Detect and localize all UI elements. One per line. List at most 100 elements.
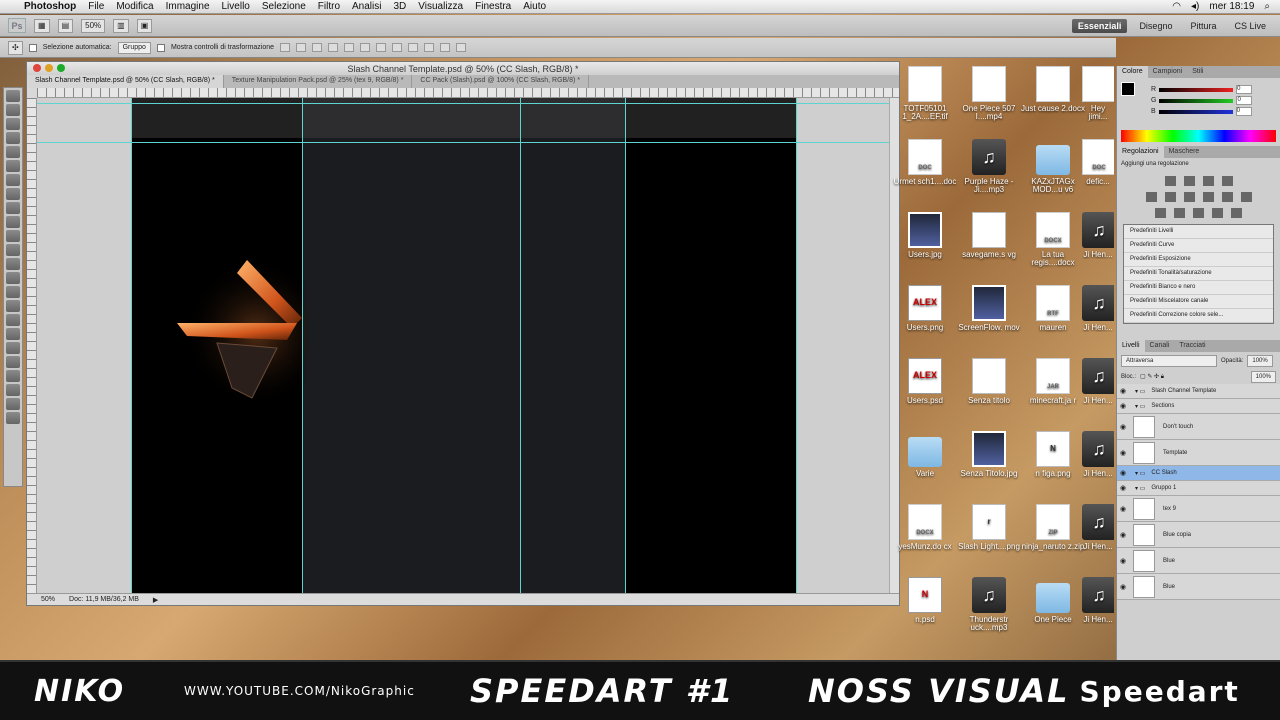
tool-icon[interactable] <box>6 342 20 354</box>
tool-icon[interactable] <box>6 328 20 340</box>
tool-icon[interactable] <box>6 146 20 158</box>
eye-icon[interactable]: ◉ <box>1117 423 1129 431</box>
layer-row[interactable]: ◉ Blue <box>1117 548 1280 574</box>
posterize-icon[interactable] <box>1174 208 1185 218</box>
layer-row[interactable]: ◉ Blue copia <box>1117 522 1280 548</box>
desktop-icon[interactable]: ♫ Ji Hen... <box>1082 577 1114 624</box>
opacity-field[interactable]: 100% <box>1247 355 1273 367</box>
color-spectrum[interactable] <box>1121 130 1276 142</box>
workspace-button[interactable]: Pittura <box>1184 19 1222 33</box>
color-slider[interactable]: G0 <box>1117 95 1280 106</box>
slider-track[interactable] <box>1159 87 1234 92</box>
hue-sat-icon[interactable] <box>1164 192 1176 202</box>
panel-tab[interactable]: Campioni <box>1148 66 1188 78</box>
desktop-icon[interactable]: Senza titolo <box>956 358 1022 405</box>
zoom-select[interactable]: 50% <box>81 18 106 33</box>
desktop-icon[interactable]: savegame.s vg <box>956 212 1022 259</box>
auto-select-dropdown[interactable]: Gruppo <box>117 41 151 54</box>
close-icon[interactable] <box>33 64 41 72</box>
slider-value[interactable]: 0 <box>1236 85 1253 94</box>
desktop-icon[interactable]: Nn figa.png <box>1020 431 1086 478</box>
menu-item[interactable]: Visualizza <box>418 1 463 12</box>
spotlight-icon[interactable]: ⌕ <box>1264 1 1270 12</box>
layer-row[interactable]: ◉ ▾ ▭ Gruppo 1 <box>1117 481 1280 496</box>
eye-icon[interactable]: ◉ <box>1117 387 1129 395</box>
desktop-icon[interactable]: One Piece 507 I....mp4 <box>956 66 1022 122</box>
panel-tab[interactable]: Tracciati <box>1174 340 1210 352</box>
layer-row[interactable]: ◉ Don't touch <box>1117 414 1280 440</box>
channel-mixer-icon[interactable] <box>1240 192 1252 202</box>
tool-icon[interactable] <box>6 356 20 368</box>
tool-icon[interactable] <box>6 314 20 326</box>
document-tab[interactable]: CC Pack (Slash).psd @ 100% (CC Slash, RG… <box>412 75 590 88</box>
tool-icon[interactable] <box>6 258 20 270</box>
desktop-icon[interactable]: ♫ Ji Hen... <box>1082 285 1114 332</box>
layer-row[interactable]: ◉ ▾ ▭ Slash Channel Template <box>1117 384 1280 399</box>
eye-icon[interactable]: ◉ <box>1117 583 1129 591</box>
panel-tab[interactable]: Regolazioni <box>1117 146 1164 158</box>
tool-icon[interactable] <box>6 370 20 382</box>
color-balance-icon[interactable] <box>1183 192 1195 202</box>
desktop-icon[interactable]: ScreenFlow. mov <box>956 285 1022 332</box>
panel-tab[interactable]: Livelli <box>1117 340 1145 352</box>
eye-icon[interactable]: ◉ <box>1117 449 1129 457</box>
panel-tab[interactable]: Maschere <box>1164 146 1205 158</box>
tool-icon[interactable] <box>6 160 20 172</box>
desktop-icon[interactable]: JAR minecraft.ja r <box>1020 358 1086 405</box>
bridge-button[interactable]: ▦ <box>34 18 50 33</box>
desktop-icon[interactable]: DOC defic... <box>1082 139 1114 186</box>
layer-row[interactable]: ◉ Blue <box>1117 574 1280 600</box>
preset-item[interactable]: Predefiniti Tonalità/saturazione <box>1124 267 1273 281</box>
tool-icon[interactable] <box>6 272 20 284</box>
blend-mode-select[interactable]: Attraversa <box>1121 355 1217 367</box>
slider-value[interactable]: 0 <box>1235 107 1252 116</box>
brightness-icon[interactable] <box>1164 176 1176 186</box>
slider-track[interactable] <box>1158 109 1233 114</box>
desktop-icon[interactable]: One Piece <box>1020 577 1086 624</box>
volume-icon[interactable]: ◂) <box>1191 1 1199 12</box>
status-zoom[interactable]: 50% <box>41 596 55 603</box>
screen-mode-button[interactable]: ▣ <box>136 18 153 33</box>
desktop-icon[interactable]: ♫ Purple Haze - Ji....mp3 <box>956 139 1022 195</box>
align-right-icon[interactable] <box>360 43 371 52</box>
desktop-icon[interactable]: Just cause 2.docx <box>1020 66 1086 113</box>
desktop-icon[interactable]: DOCX yesMunz.do cx <box>892 504 958 551</box>
gradient-map-icon[interactable] <box>1212 208 1223 218</box>
desktop-icon[interactable]: ♫ Ji Hen... <box>1082 358 1114 405</box>
desktop-icon[interactable]: ♫ Ji Hen... <box>1082 212 1114 259</box>
guide-line[interactable] <box>625 98 626 594</box>
align-top-icon[interactable] <box>280 43 291 52</box>
menu-item[interactable]: Selezione <box>262 1 306 12</box>
menu-item[interactable]: Filtro <box>318 1 340 12</box>
desktop-icon[interactable]: ALEX Users.psd <box>892 358 958 405</box>
workspace-button[interactable]: Essenziali <box>1071 18 1128 33</box>
lock-icon[interactable]: ▢ ✎ ✣ 🔒︎ <box>1140 373 1164 381</box>
guide-line[interactable] <box>302 98 303 594</box>
canvas[interactable] <box>37 98 889 594</box>
invert-icon[interactable] <box>1155 208 1166 218</box>
panel-tab[interactable]: Stili <box>1187 66 1208 78</box>
cs-live-button[interactable]: CS Live <box>1228 19 1272 33</box>
desktop-icon[interactable]: DOCX La tua regis....docx <box>1020 212 1086 268</box>
tool-icon[interactable] <box>6 174 20 186</box>
exposure-icon[interactable] <box>1221 176 1233 186</box>
tool-icon[interactable] <box>6 384 20 396</box>
guide-line[interactable] <box>131 98 132 594</box>
color-slider[interactable]: R0 <box>1117 84 1280 95</box>
guide-line[interactable] <box>37 103 889 104</box>
preset-item[interactable]: Predefiniti Livelli <box>1124 225 1273 239</box>
tool-icon[interactable] <box>6 244 20 256</box>
desktop-icon[interactable]: Users.jpg <box>892 212 958 259</box>
layer-row[interactable]: ◉ ▾ ▭ Sections <box>1117 399 1280 414</box>
menu-item[interactable]: Analisi <box>352 1 381 12</box>
menu-item[interactable]: Finestra <box>475 1 511 12</box>
eye-icon[interactable]: ◉ <box>1117 505 1129 513</box>
desktop-icon[interactable]: ZIP ninja_naruto z.zip <box>1020 504 1086 551</box>
preset-item[interactable]: Predefiniti Correzione colore sele... <box>1124 309 1273 323</box>
desktop-icon[interactable]: TOTF05101 1_2A....EF.tif <box>892 66 958 122</box>
desktop-icon[interactable]: Hey jimi... <box>1082 66 1114 122</box>
preset-item[interactable]: Predefiniti Miscelatore canale <box>1124 295 1273 309</box>
tool-icon[interactable] <box>6 202 20 214</box>
wifi-icon[interactable]: ◠ <box>1172 1 1181 12</box>
levels-icon[interactable] <box>1183 176 1195 186</box>
